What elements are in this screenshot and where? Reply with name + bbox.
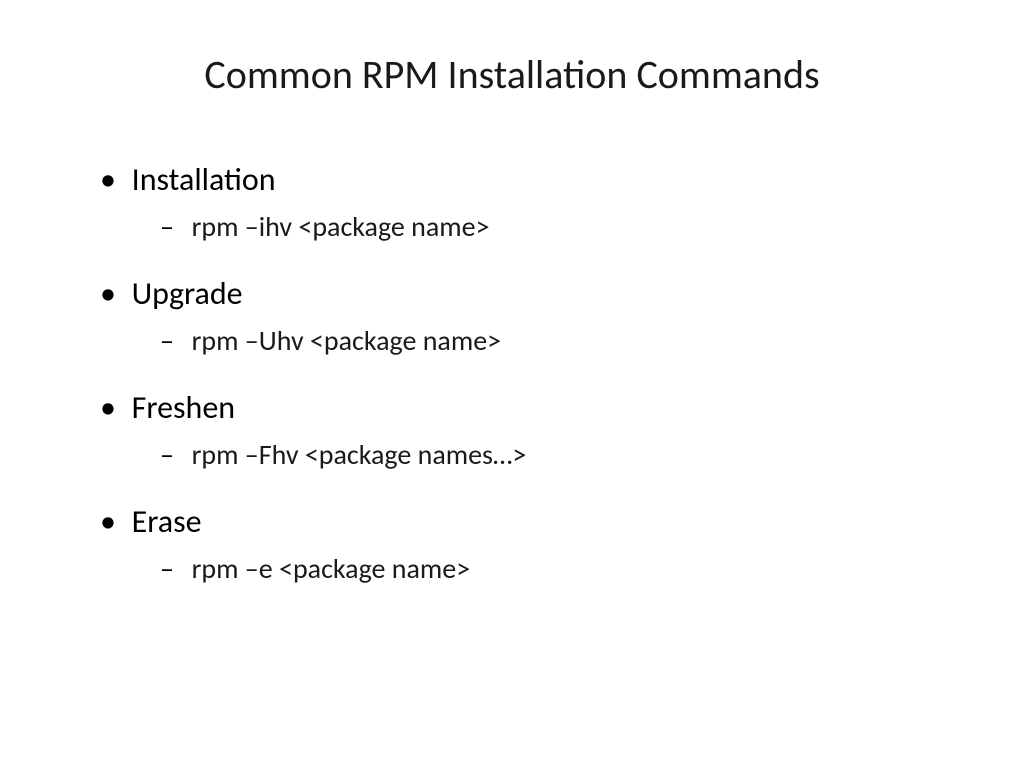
bullet-icon: •: [100, 501, 128, 543]
item-label: Freshen: [132, 388, 235, 427]
slide-content: • Installation – rpm –ihv <package name>…: [70, 159, 954, 587]
slide-title: Common RPM Installation Commands: [70, 50, 954, 99]
subitem-label: rpm –Uhv <package name>: [192, 323, 501, 358]
item-label: Upgrade: [132, 274, 243, 313]
list-item: • Erase: [100, 501, 954, 543]
subitem-label: rpm –e <package name>: [192, 551, 471, 586]
list-subitem: – rpm –e <package name>: [160, 551, 954, 587]
list-item: • Upgrade: [100, 273, 954, 315]
dash-icon: –: [160, 551, 188, 587]
list-subitem: – rpm –Fhv <package names…>: [160, 437, 954, 473]
list-item: • Installation: [100, 159, 954, 201]
dash-icon: –: [160, 323, 188, 359]
subitem-label: rpm –ihv <package name>: [192, 209, 490, 244]
subitem-label: rpm –Fhv <package names…>: [192, 437, 527, 472]
dash-icon: –: [160, 209, 188, 245]
dash-icon: –: [160, 437, 188, 473]
bullet-icon: •: [100, 273, 128, 315]
list-item: • Freshen: [100, 387, 954, 429]
list-subitem: – rpm –Uhv <package name>: [160, 323, 954, 359]
bullet-icon: •: [100, 387, 128, 429]
bullet-icon: •: [100, 159, 128, 201]
list-subitem: – rpm –ihv <package name>: [160, 209, 954, 245]
item-label: Erase: [132, 502, 202, 541]
item-label: Installation: [132, 160, 276, 199]
